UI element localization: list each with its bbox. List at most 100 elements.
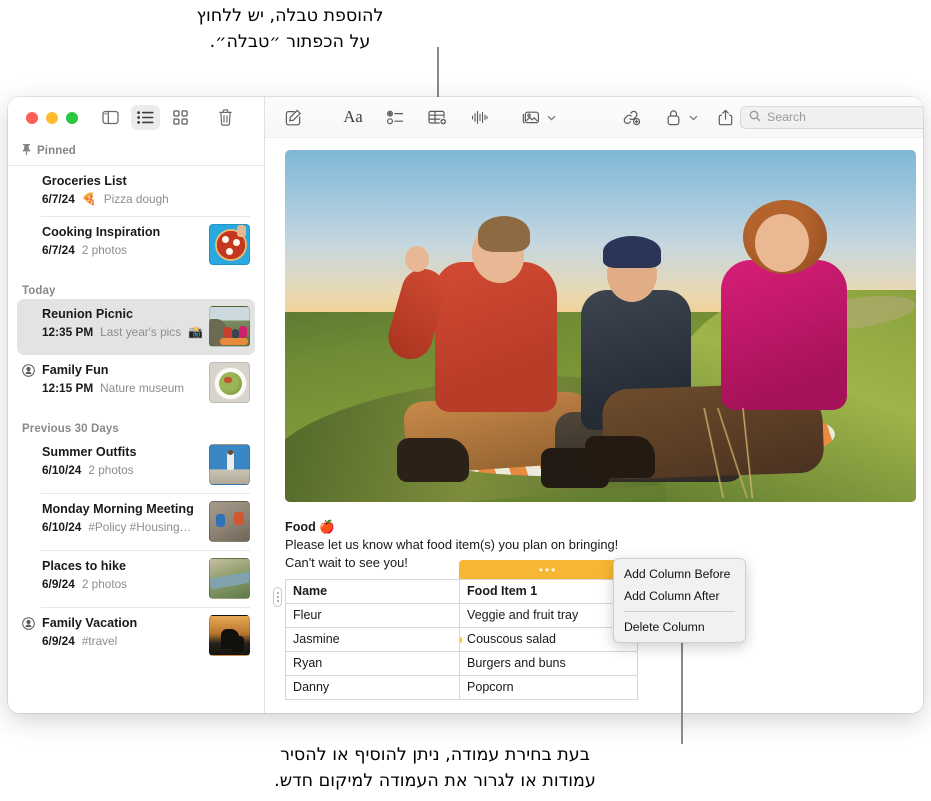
- table-row[interactable]: Fleur Veggie and fruit tray: [285, 603, 639, 628]
- note-content[interactable]: Food 🍎 Please let us know what food item…: [265, 138, 923, 713]
- note-meta: 6/10/24 #Policy #Housing…: [42, 519, 203, 536]
- annotation-bottom: בעת בחירת עמודה, ניתן להוסיף או להסיר עמ…: [274, 745, 596, 791]
- note-date: 6/9/24: [42, 577, 75, 591]
- table-cell[interactable]: Popcorn: [459, 675, 639, 700]
- checklist-icon[interactable]: [380, 104, 410, 130]
- format-button[interactable]: Aa: [338, 104, 368, 130]
- note-subtitle: 2 photos: [81, 577, 128, 591]
- list-view-icon[interactable]: [131, 105, 160, 130]
- sidebar-toggle-icon[interactable]: [96, 105, 125, 130]
- menu-item-add-column-before[interactable]: Add Column Before: [614, 563, 745, 585]
- note-subtitle: Nature museum: [100, 381, 185, 395]
- list-item[interactable]: Cooking Inspiration 6/7/24 2 photos: [17, 217, 255, 273]
- menu-divider: [624, 611, 735, 612]
- table-header-cell-selected[interactable]: Food Item 1: [459, 579, 639, 604]
- note-thumbnail: [209, 615, 251, 656]
- audio-waveform-icon[interactable]: [464, 104, 494, 130]
- share-icon[interactable]: [710, 104, 740, 130]
- table-cell[interactable]: Danny: [285, 675, 461, 700]
- note-detail-pane: Aa Search Food 🍎 Please let us know what…: [265, 97, 923, 713]
- column-handle-selected[interactable]: •••: [459, 560, 638, 579]
- note-thumbnail: [209, 306, 251, 347]
- link-icon[interactable]: [616, 104, 646, 130]
- note-meta: 12:15 PM Nature museum: [42, 380, 203, 397]
- note-date: 6/10/24: [42, 463, 82, 477]
- table-cell[interactable]: Veggie and fruit tray: [459, 603, 639, 628]
- note-body: Family Vacation 6/9/24 #travel: [42, 615, 209, 650]
- note-subtitle: 2 photos: [88, 463, 134, 477]
- note-meta: 12:35 PM Last year's pics 📸: [42, 324, 203, 341]
- note-title: Family Vacation: [42, 616, 138, 630]
- table-cell-active[interactable]: Couscous salad: [459, 627, 639, 652]
- table-cell[interactable]: Ryan: [285, 651, 461, 676]
- note-thumbnail: [209, 558, 251, 599]
- note-list[interactable]: Pinned Groceries List 6/7/24 🍕 Pizza dou…: [8, 138, 265, 713]
- minimize-button[interactable]: [46, 111, 58, 124]
- note-subtitle: 2 photos: [81, 243, 128, 257]
- note-body: Family Fun 12:15 PM Nature museum: [42, 362, 209, 397]
- note-title: Summer Outfits: [42, 445, 137, 459]
- format-label: Aa: [343, 107, 363, 126]
- gallery-view-icon[interactable]: [166, 105, 195, 130]
- table-row[interactable]: Danny Popcorn: [285, 675, 639, 700]
- close-button[interactable]: [26, 111, 38, 124]
- note-thumbnail: [209, 444, 251, 485]
- list-item[interactable]: Places to hike 6/9/24 2 photos: [17, 551, 255, 607]
- search-input[interactable]: Search: [740, 105, 923, 129]
- chevron-down-icon[interactable]: [547, 108, 556, 126]
- note-title: Places to hike: [42, 559, 126, 573]
- note-title: Reunion Picnic: [42, 307, 133, 321]
- note-table[interactable]: ••• Name Food Item 1 Fleur Veggie and fr…: [273, 560, 639, 700]
- media-icon[interactable]: [516, 104, 546, 130]
- list-item-selected[interactable]: Reunion Picnic 12:35 PM Last year's pics…: [17, 299, 256, 355]
- list-item[interactable]: Monday Morning Meeting 6/10/24 #Policy #…: [17, 494, 255, 550]
- sidebar-toolbar: [8, 97, 265, 138]
- table-row[interactable]: Ryan Burgers and buns: [285, 651, 639, 676]
- pin-icon: [22, 144, 31, 158]
- photo-person-1-hand: [405, 246, 430, 272]
- note-body: Reunion Picnic 12:35 PM Last year's pics…: [42, 306, 209, 341]
- note-photo[interactable]: [285, 150, 917, 502]
- lock-icon[interactable]: [658, 104, 688, 130]
- column-context-menu[interactable]: Add Column Before Add Column After Delet…: [613, 558, 746, 643]
- menu-item-delete-column[interactable]: Delete Column: [614, 616, 745, 638]
- table-cell[interactable]: Fleur: [285, 603, 461, 628]
- table-row[interactable]: Jasmine Couscous salad: [285, 627, 639, 652]
- row-handle[interactable]: [273, 587, 283, 607]
- section-header-previous-30-days: Previous 30 Days: [8, 411, 264, 437]
- compose-icon[interactable]: [278, 104, 308, 130]
- zoom-button[interactable]: [66, 111, 78, 124]
- list-item[interactable]: Family Vacation 6/9/24 #travel: [17, 608, 255, 664]
- table-cell[interactable]: Jasmine: [285, 627, 461, 652]
- window-controls[interactable]: [26, 111, 78, 124]
- chevron-down-icon[interactable]: [689, 108, 698, 126]
- table-cell[interactable]: Burgers and buns: [459, 651, 639, 676]
- table-icon[interactable]: [422, 104, 452, 130]
- photo-person-3-body: [721, 260, 848, 410]
- photo-weeds: [636, 408, 797, 498]
- photo-person-1-hair: [478, 216, 531, 252]
- list-item[interactable]: Groceries List 6/7/24 🍕 Pizza dough: [17, 166, 255, 216]
- note-date: 12:15 PM: [42, 381, 94, 395]
- table-header-row[interactable]: Name Food Item 1: [285, 579, 639, 604]
- food-table[interactable]: Name Food Item 1 Fleur Veggie and fruit …: [285, 579, 639, 700]
- search-icon: [749, 110, 761, 125]
- detail-toolbar: Aa Search: [265, 97, 923, 138]
- photo-person-1-body: [435, 262, 558, 412]
- note-subtitle: #Policy #Housing…: [88, 520, 192, 534]
- note-title: Monday Morning Meeting: [42, 502, 194, 516]
- list-item[interactable]: Family Fun 12:15 PM Nature museum: [17, 355, 255, 411]
- note-subtitle: Pizza dough: [103, 192, 169, 206]
- note-meta: 6/9/24 2 photos: [42, 576, 203, 593]
- trash-icon[interactable]: [211, 105, 240, 130]
- note-title: Cooking Inspiration: [42, 225, 161, 239]
- annotation-top: להוספת טבלה, יש ללחוץ על הכפתור ״טבלה״.: [196, 6, 384, 52]
- note-date: 12:35 PM: [42, 325, 94, 339]
- table-header-cell[interactable]: Name: [285, 579, 461, 604]
- note-title: Family Fun: [42, 363, 109, 377]
- sidebar: Pinned Groceries List 6/7/24 🍕 Pizza dou…: [8, 97, 266, 713]
- note-thumbnail: [209, 224, 251, 265]
- menu-item-add-column-after[interactable]: Add Column After: [614, 585, 745, 607]
- list-item[interactable]: Summer Outfits 6/10/24 2 photos: [17, 437, 255, 493]
- note-body: Monday Morning Meeting 6/10/24 #Policy #…: [42, 501, 209, 536]
